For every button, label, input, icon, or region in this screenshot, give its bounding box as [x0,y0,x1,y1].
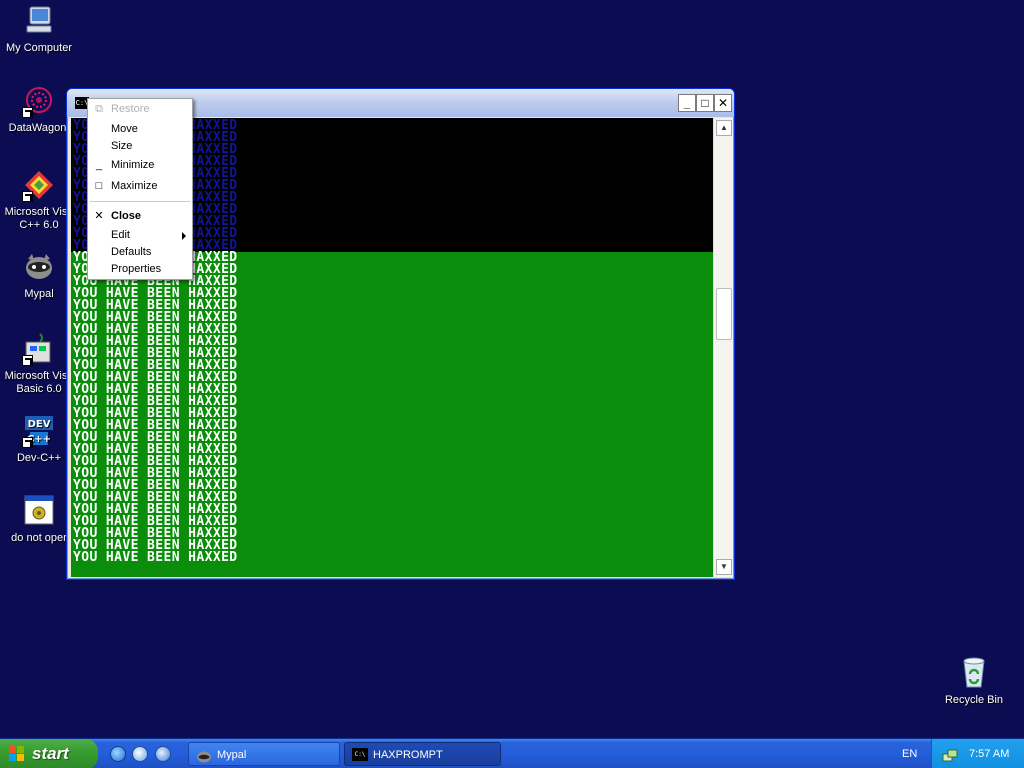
taskbar-button-haxprompt[interactable]: C:\ HAXPROMPT [344,742,501,766]
menu-item-label: Defaults [111,246,152,258]
menu-item-edit[interactable]: Edit [88,227,192,244]
console-line: YOU HAVE BEEN HAXXED [73,550,238,565]
maximize-icon: □ [95,180,103,192]
windows-logo-icon [9,746,26,762]
datawagon-icon [22,84,56,118]
menu-item-maximize[interactable]: □ Maximize [88,178,192,195]
menu-item-label: Minimize [111,159,155,171]
system-tray: 7:57 AM [931,739,1024,768]
taskbar-button-mypal[interactable]: Mypal [188,742,340,766]
menu-item-label: Size [111,140,133,152]
internet-explorer-icon[interactable] [110,746,126,762]
scroll-up-button[interactable]: ▲ [716,120,732,136]
menu-item-label: Maximize [111,180,158,192]
menu-item-minimize[interactable]: _ Minimize [88,157,192,174]
program-icon [22,494,56,528]
vertical-scrollbar[interactable]: ▲ ▼ [713,118,733,577]
mypal-icon [196,748,212,763]
clock[interactable]: 7:57 AM [969,739,1009,768]
task-label: HAXPROMPT [373,749,443,761]
minimize-button[interactable]: _ [678,94,696,112]
mypal-icon [22,250,56,284]
desktop-icon-my-computer[interactable]: My Computer [0,4,78,55]
desktop-icon-label: Recycle Bin [944,694,1004,706]
submenu-arrow-icon [182,232,186,240]
menu-item-restore[interactable]: ⧉ Restore [88,101,192,118]
start-label: start [32,744,69,763]
scroll-thumb[interactable] [716,288,732,340]
shortcut-arrow-icon [22,107,33,118]
maximize-button[interactable]: □ [696,94,714,112]
restore-icon: ⧉ [95,103,103,115]
close-icon: ✕ [94,210,104,222]
menu-item-label: Edit [111,229,130,241]
desktop-icon-recycle-bin[interactable]: Recycle Bin [935,656,1013,707]
start-button[interactable]: start [0,739,98,768]
task-label: Mypal [217,749,247,761]
system-menu: ⧉ Restore Move Size _ Minimize □ Maximiz… [87,98,193,280]
close-button[interactable]: ✕ [714,94,732,112]
menu-separator [90,201,190,202]
visual-cpp-icon [22,168,56,202]
network-icon[interactable] [942,746,958,762]
menu-item-defaults[interactable]: Defaults [88,244,192,261]
devcpp-icon: DEV C++ [22,414,56,448]
menu-item-move[interactable]: Move [88,121,192,138]
menu-item-size[interactable]: Size [88,138,192,155]
scroll-down-button[interactable]: ▼ [716,559,732,575]
shortcut-arrow-icon [22,191,33,202]
minimize-icon: _ [95,159,103,171]
media-player-icon[interactable] [155,746,171,762]
menu-item-close[interactable]: ✕ Close [88,208,192,225]
browser-quicklaunch-icon[interactable] [132,746,148,762]
desktop-icon-label: My Computer [5,42,73,54]
language-indicator[interactable]: EN [902,739,917,768]
menu-item-label: Restore [111,103,150,115]
menu-item-label: Move [111,123,138,135]
menu-item-label: Close [111,210,141,222]
menu-item-label: Properties [111,263,162,275]
computer-icon [22,4,56,38]
console-icon: C:\ [352,748,368,761]
svg-text:DEV: DEV [28,419,51,430]
menu-item-properties[interactable]: Properties [88,261,192,278]
shortcut-arrow-icon [22,437,33,448]
recycle-bin-icon [957,656,991,690]
taskbar: start Mypal C:\ HAXPROMPT EN 7:57 AM [0,738,1024,768]
shortcut-arrow-icon [22,355,33,366]
visual-basic-icon [22,332,56,366]
